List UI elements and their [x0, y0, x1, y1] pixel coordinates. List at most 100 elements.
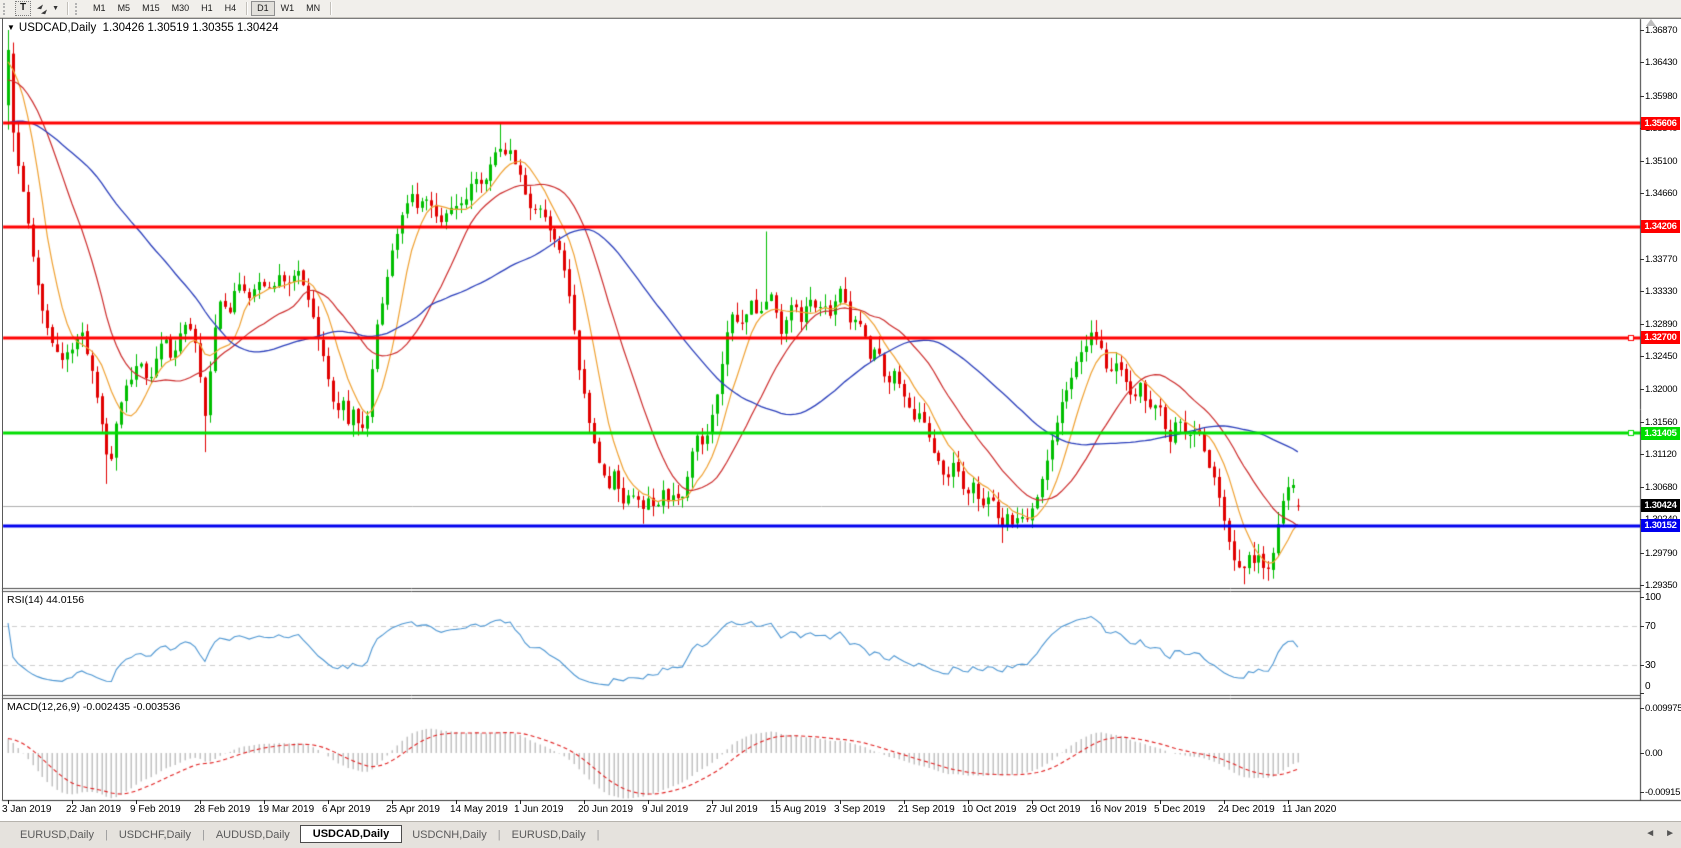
toolbar-separator [246, 2, 247, 15]
price-tick-label: 1.32450 [1645, 351, 1681, 362]
date-tick-label: 1 Jun 2019 [514, 804, 564, 815]
price-tick-label: 1.32000 [1645, 384, 1681, 395]
price-tick-mark [1640, 454, 1644, 455]
timeframe-button-h1[interactable]: H1 [195, 1, 219, 16]
price-tick-mark [1640, 193, 1644, 194]
tab-scroll-right-icon[interactable]: ► [1665, 828, 1675, 839]
price-tick-label: 1.35980 [1645, 91, 1681, 102]
macd-tick-mark [1640, 753, 1644, 754]
price-tick-label: 1.33770 [1645, 254, 1681, 265]
date-tick-label: 24 Dec 2019 [1218, 804, 1275, 815]
price-tick-mark [1640, 422, 1644, 423]
price-tick-mark [1640, 96, 1644, 97]
price-tick-mark [1640, 291, 1644, 292]
hline-price-label: 1.30152 [1641, 519, 1680, 532]
text-tool-button[interactable]: T [15, 1, 31, 16]
rsi-tick-label: 100 [1645, 592, 1681, 603]
tab-scroll-left-icon[interactable]: ◄ [1645, 828, 1655, 839]
price-tick-mark [1640, 585, 1644, 586]
price-tick-label: 1.34660 [1645, 188, 1681, 199]
tab-eurusd-daily[interactable]: EURUSD,Daily [502, 826, 596, 844]
macd-tick-label: -0.00915 [1645, 787, 1681, 798]
date-tick-label: 14 May 2019 [450, 804, 508, 815]
timeframe-button-m15[interactable]: M15 [136, 1, 166, 16]
chart-tab-bar: EURUSD,Daily|USDCHF,Daily|AUDUSD,DailyUS… [0, 821, 1681, 848]
price-tick-mark [1640, 259, 1644, 260]
date-tick-label: 9 Jul 2019 [642, 804, 688, 815]
chart-title: ▼ USDCAD,Daily 1.30426 1.30519 1.30355 1.… [7, 22, 279, 34]
date-tick-label: 20 Jun 2019 [578, 804, 633, 815]
price-tick-mark [1640, 324, 1644, 325]
timeframe-button-m1[interactable]: M1 [87, 1, 112, 16]
timeframe-button-w1[interactable]: W1 [275, 1, 301, 16]
tab-usdcad-daily[interactable]: USDCAD,Daily [300, 825, 402, 843]
date-tick-label: 19 Mar 2019 [258, 804, 314, 815]
timeframe-button-d1[interactable]: D1 [251, 1, 275, 16]
date-tick-label: 21 Sep 2019 [898, 804, 955, 815]
date-tick-label: 10 Oct 2019 [962, 804, 1016, 815]
price-tick-label: 1.29350 [1645, 580, 1681, 591]
tab-audusd-daily[interactable]: AUDUSD,Daily [206, 826, 300, 844]
date-tick-label: 11 Jan 2020 [1282, 804, 1336, 815]
hline-price-label: 1.32700 [1641, 331, 1680, 344]
price-axis[interactable]: 1.368701.364301.359801.355401.351001.346… [1640, 0, 1681, 820]
toolbar-grip[interactable] [3, 3, 11, 15]
toolbar-separator [67, 2, 68, 15]
hline-price-label: 1.34206 [1641, 220, 1680, 233]
rsi-tick-label: 0 [1645, 681, 1681, 692]
date-tick-label: 3 Sep 2019 [834, 804, 885, 815]
macd-tick-mark [1640, 708, 1644, 709]
rsi-tick-mark [1640, 597, 1644, 598]
date-tick-label: 5 Dec 2019 [1154, 804, 1205, 815]
price-tick-label: 1.36870 [1645, 25, 1681, 36]
date-tick-label: 27 Jul 2019 [706, 804, 758, 815]
macd-tick-label: 0.00 [1645, 748, 1681, 759]
chart-symbol-period: USDCAD,Daily [19, 22, 96, 34]
price-tick-label: 1.29790 [1645, 548, 1681, 559]
date-tick-label: 3 Jan 2019 [2, 804, 52, 815]
date-tick-label: 28 Feb 2019 [194, 804, 250, 815]
timeframe-button-m30[interactable]: M30 [166, 1, 196, 16]
chevron-down-icon: ▼ [52, 2, 59, 15]
price-tick-mark [1640, 389, 1644, 390]
chart-dropdown-icon[interactable]: ▼ [7, 23, 15, 32]
date-tick-label: 16 Nov 2019 [1090, 804, 1147, 815]
tab-separator: | [596, 829, 601, 841]
price-tick-label: 1.30680 [1645, 482, 1681, 493]
chart-plot-area[interactable] [0, 0, 1681, 848]
price-tick-mark [1640, 487, 1644, 488]
date-axis[interactable]: 3 Jan 2019 22 Jan 2019 9 Feb 2019 28 Feb 20… [0, 800, 1681, 820]
price-tick-label: 1.35100 [1645, 156, 1681, 167]
toolbar-separator [330, 2, 331, 15]
hline-price-label: 1.35606 [1641, 117, 1680, 130]
date-tick-label: 6 Apr 2019 [322, 804, 370, 815]
tab-usdcnh-daily[interactable]: USDCNH,Daily [402, 826, 497, 844]
price-tick-label: 1.31120 [1645, 449, 1681, 460]
timeframe-group: M1M5M15M30H1H4 D1W1MN [87, 1, 335, 16]
toolbar: T ▼ M1M5M15M30H1H4 D1W1MN [0, 0, 1681, 18]
date-tick-label: 29 Oct 2019 [1026, 804, 1080, 815]
timeframe-button-m5[interactable]: M5 [112, 1, 137, 16]
date-tick-label: 25 Apr 2019 [386, 804, 440, 815]
hline-price-label: 1.31405 [1641, 427, 1680, 440]
date-tick-label: 9 Feb 2019 [130, 804, 181, 815]
rsi-label: RSI(14) 44.0156 [7, 594, 84, 606]
rsi-tick-label: 30 [1645, 660, 1681, 671]
tab-usdchf-daily[interactable]: USDCHF,Daily [109, 826, 201, 844]
price-tick-label: 1.33330 [1645, 286, 1681, 297]
price-tick-mark [1640, 62, 1644, 63]
timeframe-button-mn[interactable]: MN [300, 1, 326, 16]
price-tick-mark [1640, 161, 1644, 162]
macd-tick-mark [1640, 792, 1644, 793]
tab-eurusd-daily[interactable]: EURUSD,Daily [10, 826, 104, 844]
chart-ohlc-values: 1.30426 1.30519 1.30355 1.30424 [103, 22, 279, 34]
drawing-tool-button[interactable]: ▼ [31, 1, 63, 16]
rsi-tick-label: 70 [1645, 621, 1681, 632]
toolbar-grip[interactable] [75, 3, 83, 15]
timeframe-button-h4[interactable]: H4 [219, 1, 243, 16]
macd-tick-label: 0.009975 [1645, 703, 1681, 714]
price-tick-label: 1.36430 [1645, 57, 1681, 68]
price-tick-mark [1640, 30, 1644, 31]
date-tick-label: 22 Jan 2019 [66, 804, 121, 815]
rsi-tick-mark [1640, 665, 1644, 666]
